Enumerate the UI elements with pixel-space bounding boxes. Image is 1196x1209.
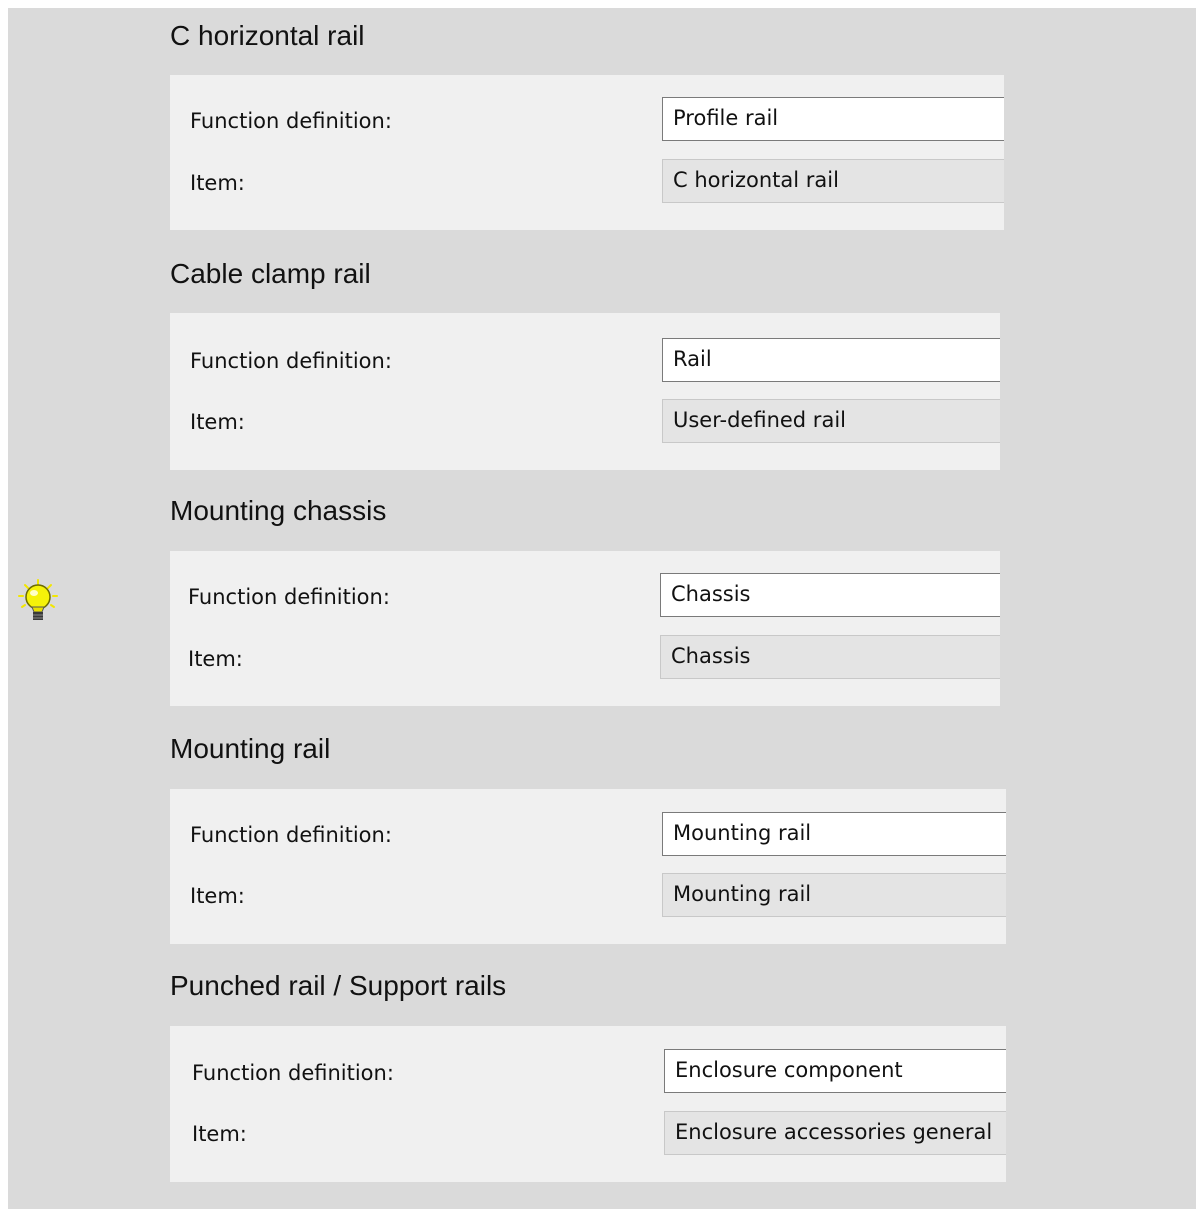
function-definition-field[interactable]: Rail [662,338,1000,382]
section-title-mounting-chassis: Mounting chassis [170,495,387,526]
item-field[interactable]: User-defined rail [662,399,1000,443]
item-label: Item: [190,410,245,434]
function-definition-field[interactable]: Enclosure component [664,1049,1006,1093]
item-field[interactable]: Enclosure accessories general [664,1111,1006,1155]
function-definition-field[interactable]: Profile rail [662,97,1004,141]
function-definition-label: Function definition: [188,585,390,609]
settings-panel-cable-clamp-rail: Function definition: Rail Item: User-def… [170,313,1000,470]
function-definition-label: Function definition: [190,109,392,133]
section-title-cable-clamp-rail: Cable clamp rail [170,258,371,289]
item-label: Item: [190,884,245,908]
item-label: Item: [192,1122,247,1146]
item-field[interactable]: Mounting rail [662,873,1006,917]
function-definition-label: Function definition: [192,1061,394,1085]
function-definition-field[interactable]: Mounting rail [662,812,1006,856]
item-field[interactable]: C horizontal rail [662,159,1004,203]
settings-panel-c-horizontal-rail: Function definition: Profile rail Item: … [170,75,1004,230]
section-title-mounting-rail: Mounting rail [170,733,331,764]
section-title-c-horizontal-rail: C horizontal rail [170,20,365,51]
item-label: Item: [188,647,243,671]
item-field[interactable]: Chassis [660,635,1000,679]
function-definition-label: Function definition: [190,823,392,847]
section-title-punched-rail-support-rails: Punched rail / Support rails [170,970,507,1001]
settings-panel-mounting-rail: Function definition: Mounting rail Item:… [170,789,1006,944]
settings-panel-punched-rail: Function definition: Enclosure component… [170,1026,1006,1182]
lightbulb-icon [18,579,58,620]
settings-panel-mounting-chassis: Function definition: Chassis Item: Chass… [170,551,1000,706]
function-definition-field[interactable]: Chassis [660,573,1000,617]
item-label: Item: [190,171,245,195]
function-definition-label: Function definition: [190,349,392,373]
